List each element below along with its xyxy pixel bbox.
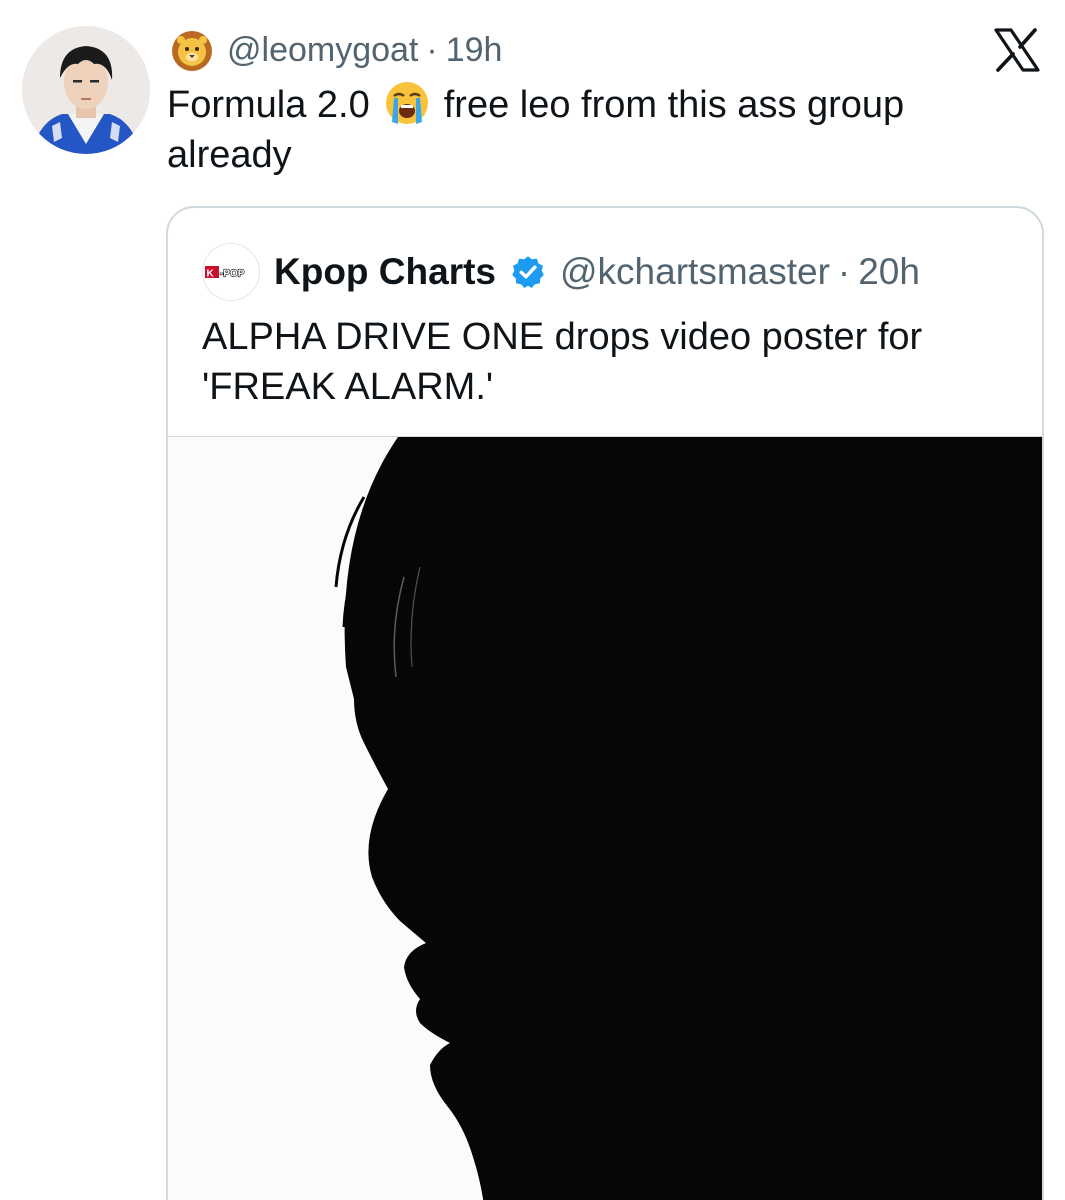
avatar-photo	[22, 26, 150, 154]
profile-silhouette-image	[168, 437, 1042, 1200]
user-avatar[interactable]	[22, 26, 150, 154]
lion-face-emoji-icon	[172, 31, 212, 71]
quote-text: ALPHA DRIVE ONE drops video poster for '…	[202, 316, 923, 408]
kpop-logo: K -POP	[205, 266, 245, 280]
quote-header: K -POP Kpop Charts @kchartsmaster · 20h	[202, 243, 920, 301]
tweet-handle[interactable]: @leomygoat	[227, 31, 418, 70]
tweet-screenshot: @leomygoat · 19h Formula 2.0 free leo fr…	[0, 0, 1065, 1200]
tweet-time[interactable]: 19h	[446, 31, 503, 70]
x-logo-icon[interactable]	[994, 28, 1040, 72]
tweet-text: Formula 2.0 free leo from this ass group…	[167, 80, 1017, 180]
quote-author-handle[interactable]: @kchartsmaster	[560, 251, 830, 293]
kpop-logo-text: -POP	[220, 269, 245, 280]
quote-media-image[interactable]	[168, 436, 1042, 1200]
tweet-header: @leomygoat · 19h	[167, 28, 502, 72]
verified-badge-icon	[512, 256, 544, 289]
quote-time[interactable]: 20h	[858, 251, 920, 293]
quote-separator-dot: ·	[837, 251, 851, 292]
tweet-text-part-1: Formula 2.0	[167, 84, 370, 126]
separator-dot: ·	[426, 30, 438, 69]
kpop-logo-k: K	[207, 269, 215, 280]
kpop-charts-avatar[interactable]: K -POP	[202, 243, 260, 301]
quote-author-name[interactable]: Kpop Charts	[274, 251, 496, 293]
quote-tweet-card[interactable]: K -POP Kpop Charts @kchartsmaster · 20h …	[166, 206, 1044, 1200]
loudly-crying-face-emoji-icon	[384, 80, 430, 126]
